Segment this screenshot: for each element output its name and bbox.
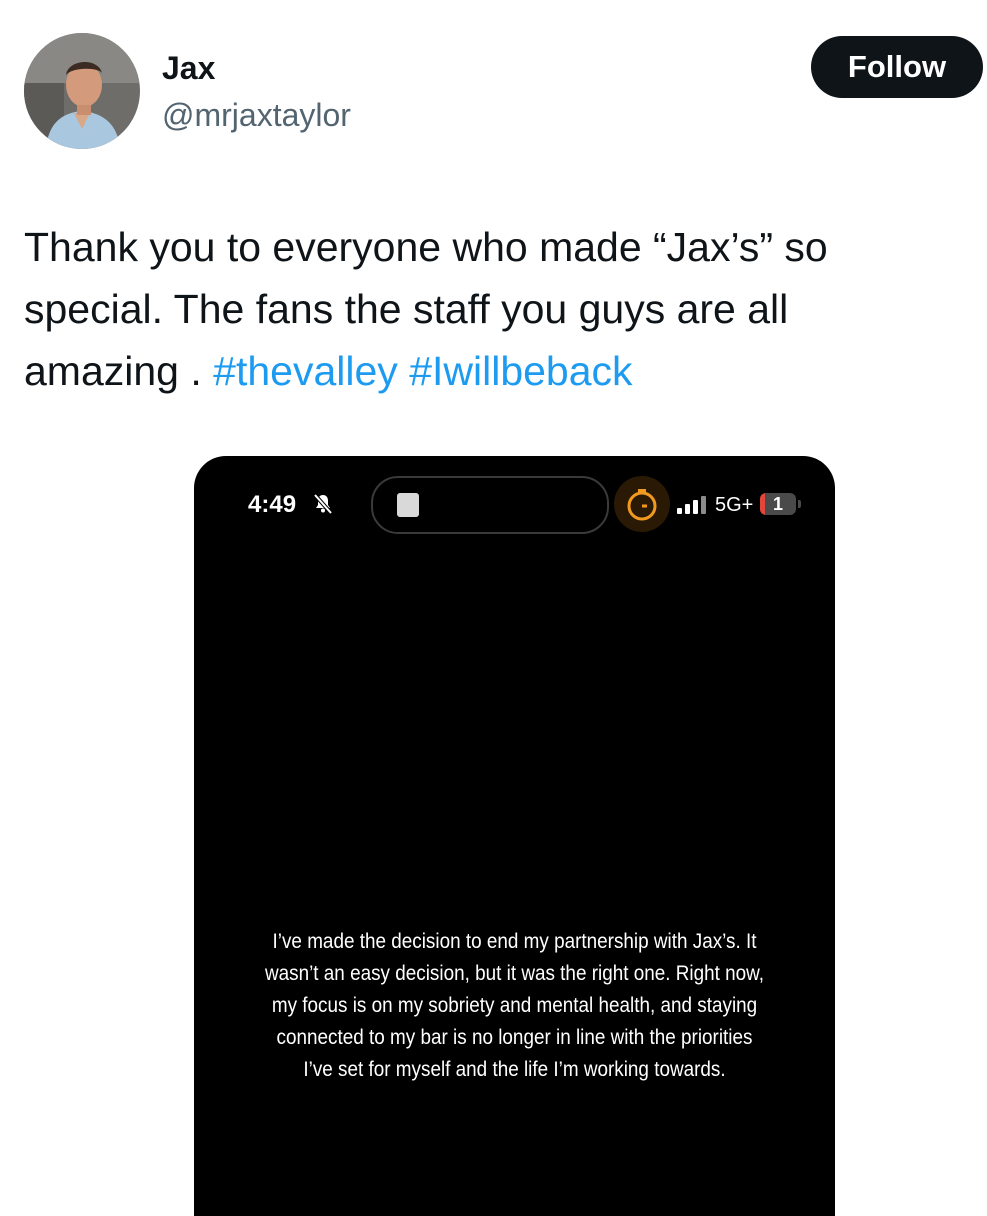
media-screenshot[interactable]: 4:49 5G+ 1 I’ve made the decision to end… [194,456,835,1216]
hashtag-iwillbeback[interactable]: #Iwillbeback [409,348,632,394]
battery-icon: 1 [760,493,796,515]
avatar-image [24,33,140,149]
island-thumbnail [397,493,419,517]
status-time: 4:49 [248,491,297,518]
story-text: I’ve made the decision to end my partner… [264,930,765,1081]
tweet-text: Thank you to everyone who made “Jax’s” s… [24,216,954,402]
follow-button[interactable]: Follow [811,36,983,98]
battery-percent: 1 [772,494,783,514]
hashtag-separator [398,348,409,394]
battery-tip [798,500,801,508]
bell-slash-icon [311,492,335,521]
avatar[interactable] [24,33,140,149]
dynamic-island [371,476,609,534]
network-label: 5G+ [715,494,754,516]
battery-level [760,493,766,515]
author-handle[interactable]: @mrjaxtaylor [162,95,351,135]
cellular-signal-icon [677,496,709,519]
stopwatch-icon [614,476,670,532]
author-display-name[interactable]: Jax [162,48,215,88]
phone-status-bar: 4:49 5G+ 1 [194,456,835,556]
hashtag-thevalley[interactable]: #thevalley [213,348,398,394]
